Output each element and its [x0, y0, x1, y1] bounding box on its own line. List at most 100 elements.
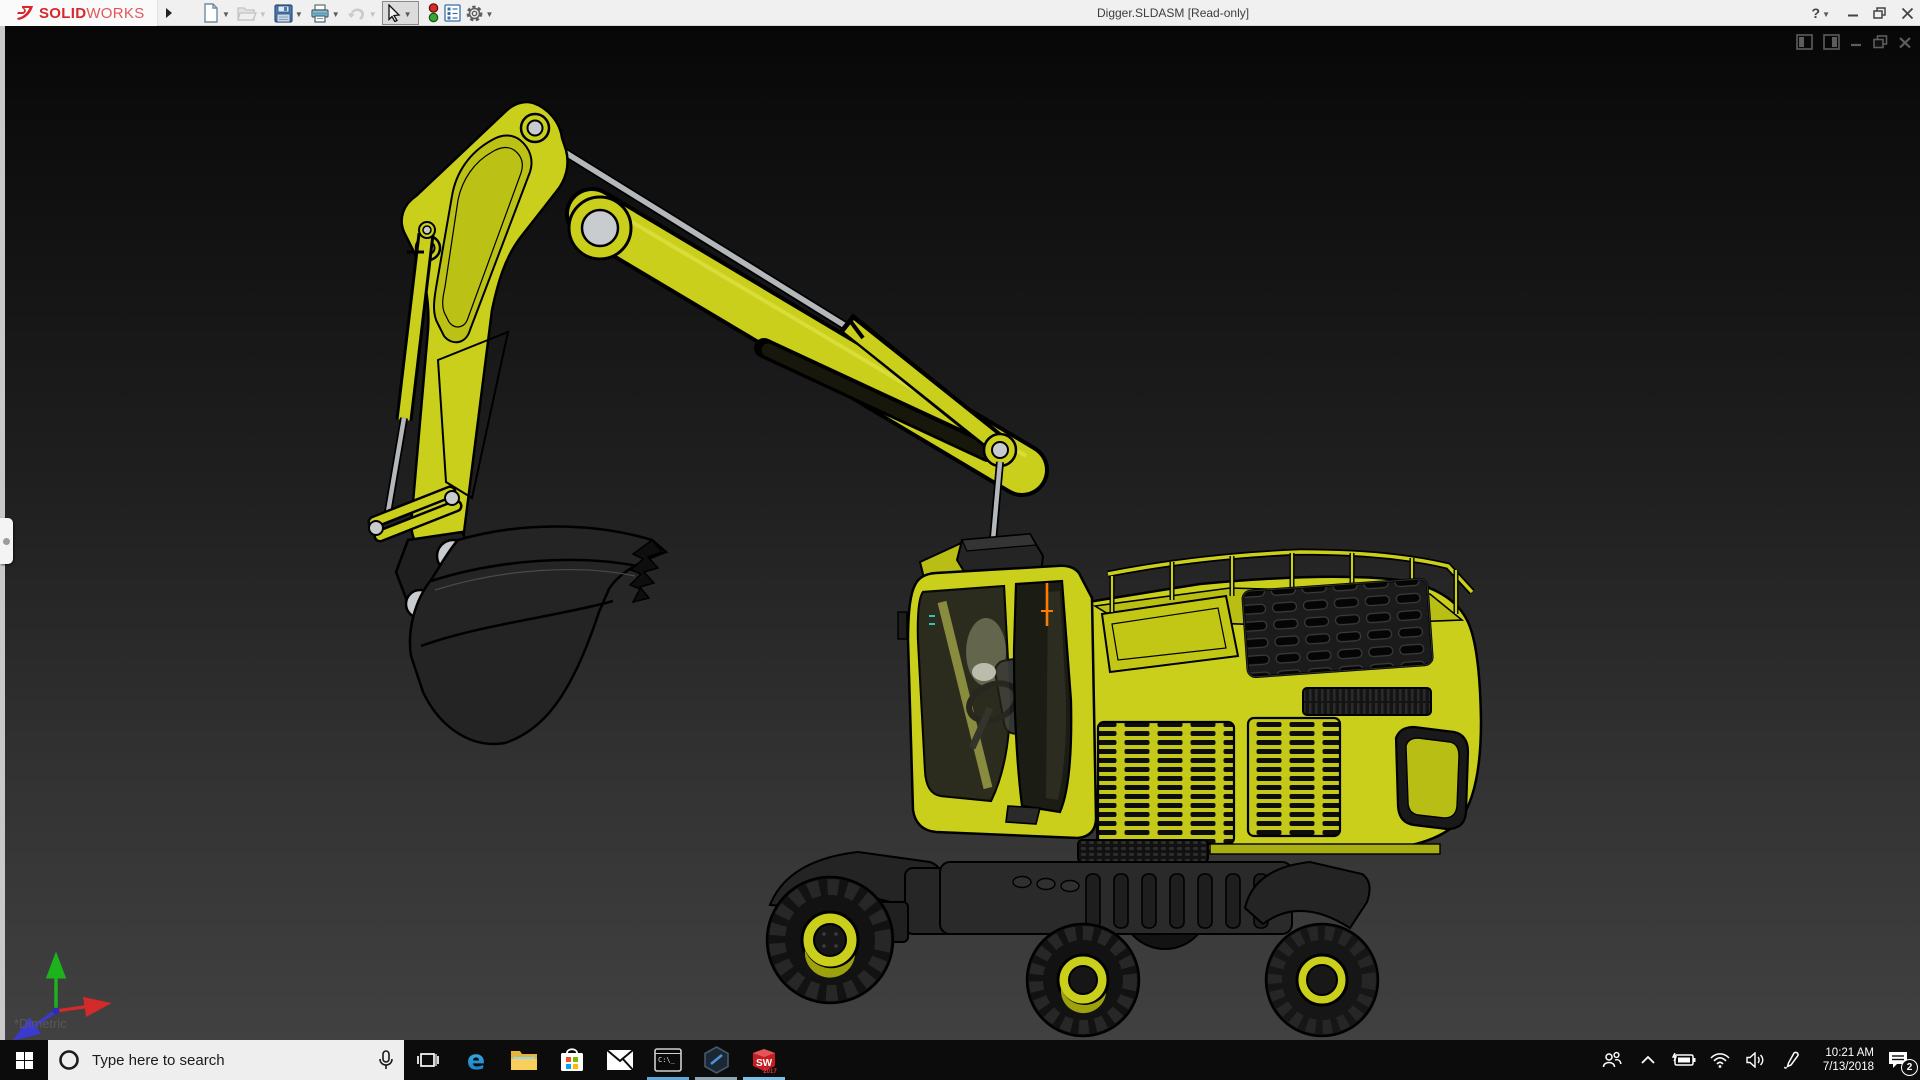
brand-bold: SOLID	[39, 4, 87, 22]
taskbar-app-file-explorer[interactable]	[500, 1040, 548, 1080]
svg-text:2017: 2017	[763, 1069, 777, 1074]
stick-pivot-pin	[580, 208, 620, 248]
taskbar-app-hexagon[interactable]	[692, 1040, 740, 1080]
options-button[interactable]: ▼	[463, 1, 499, 25]
clock-time: 10:21 AM	[1825, 1047, 1874, 1059]
microphone-icon[interactable]	[378, 1049, 394, 1071]
minimize-button[interactable]	[1847, 7, 1859, 19]
new-document-icon	[204, 3, 218, 23]
new-caret-icon[interactable]: ▼	[222, 10, 230, 19]
task-view-button[interactable]	[404, 1040, 452, 1080]
select-caret-icon[interactable]: ▼	[404, 10, 412, 19]
engine-body[interactable]	[1077, 548, 1483, 863]
system-tray: 10:21 AM 7/13/2018 2	[1594, 1040, 1920, 1080]
toolbar-flyout-arrow[interactable]	[160, 0, 178, 26]
front-left-wheel[interactable]	[765, 875, 895, 1005]
taskbar-app-solidworks[interactable]: SW 2017	[740, 1040, 788, 1080]
file-explorer-icon	[511, 1051, 537, 1070]
select-cursor-icon	[387, 4, 401, 22]
help-caret-icon[interactable]: ▼	[1822, 10, 1830, 19]
print-caret-icon[interactable]: ▼	[332, 10, 340, 19]
feature-panel-collapse-tab[interactable]	[0, 518, 13, 564]
open-button[interactable]: ▼	[235, 1, 272, 25]
collapse-tab-dot	[3, 537, 10, 545]
battery-charging-icon	[1672, 1053, 1696, 1066]
battery-button[interactable]	[1666, 1040, 1702, 1080]
taskbar-app-command-prompt[interactable]: C:\_	[644, 1040, 692, 1080]
chevron-up-icon	[1641, 1055, 1655, 1064]
taskbar-app-edge[interactable]: e	[452, 1040, 500, 1080]
network-button[interactable]	[1702, 1040, 1738, 1080]
engine-block	[1241, 577, 1434, 679]
file-properties-button[interactable]	[442, 1, 463, 25]
speaker-icon	[1746, 1052, 1764, 1068]
side-vent-left	[1096, 720, 1236, 846]
search-input[interactable]: Type here to search	[92, 1052, 366, 1069]
rear-left-wheel[interactable]	[1025, 922, 1141, 1038]
windows-ink-button[interactable]	[1774, 1040, 1810, 1080]
cortana-icon	[59, 1050, 79, 1070]
mail-icon	[606, 1049, 634, 1071]
brand-light: WORKS	[86, 4, 145, 22]
close-button[interactable]	[1901, 7, 1914, 20]
people-button[interactable]	[1594, 1040, 1630, 1080]
undo-icon	[347, 8, 364, 20]
mirror	[897, 611, 908, 640]
open-caret-icon: ▼	[258, 9, 267, 19]
solidworks-logo-text: SOLIDWORKS	[39, 5, 145, 22]
cylinder-pulley-pin	[991, 441, 1009, 459]
start-button[interactable]	[0, 1040, 48, 1080]
svg-text:C:\_: C:\_	[658, 1056, 676, 1064]
solidworks-app-icon: SW 2017	[753, 1049, 777, 1074]
save-caret-icon[interactable]: ▼	[295, 10, 303, 19]
undo-caret-icon: ▼	[368, 9, 377, 19]
task-view-icon	[417, 1053, 439, 1067]
notification-badge: 2	[1901, 1059, 1918, 1076]
print-button[interactable]: ▼	[308, 1, 345, 25]
action-center-button[interactable]: 2	[1876, 1040, 1920, 1080]
rebuild-traffic-light-icon	[428, 3, 438, 23]
cab-handle	[1005, 805, 1042, 825]
rebuild-button[interactable]	[425, 1, 442, 25]
solidworks-logo: SOLIDWORKS	[0, 0, 158, 26]
view-orientation-label: *Dimetric	[14, 1016, 67, 1031]
taskbar-app-mail[interactable]	[596, 1040, 644, 1080]
solidworks-logo-icon	[17, 6, 33, 20]
graphics-viewport[interactable]: *Dimetric	[0, 26, 1920, 1040]
clock-date: 7/13/2018	[1822, 1061, 1874, 1073]
volume-button[interactable]	[1738, 1040, 1774, 1080]
edge-icon: e	[467, 1046, 485, 1074]
command-prompt-icon: C:\_	[654, 1048, 682, 1072]
taskbar: Type here to search e C:\_ SW 2017 10:21…	[0, 1040, 1920, 1080]
document-title: Digger.SLDASM [Read-only]	[1097, 6, 1250, 20]
boom-top-pin	[526, 119, 544, 137]
new-document-button[interactable]: ▼	[200, 1, 235, 25]
engine-grille-strip	[1302, 687, 1432, 716]
file-properties-icon	[443, 4, 461, 22]
print-icon	[311, 3, 329, 23]
side-vent-right	[1246, 716, 1342, 838]
side-step	[1077, 839, 1209, 863]
taskbar-search[interactable]: Type here to search	[48, 1040, 404, 1080]
wifi-icon	[1710, 1053, 1730, 1068]
hidden-icons-button[interactable]	[1630, 1040, 1666, 1080]
titlebar: SOLIDWORKS ▼ ▼ ▼ ▼ ▼ ▼ ▼ Digger.SLDASM […	[0, 0, 1920, 26]
taskbar-clock[interactable]: 10:21 AM 7/13/2018	[1810, 1046, 1876, 1074]
pen-icon	[1784, 1051, 1799, 1069]
cab[interactable]	[897, 532, 1098, 840]
save-button[interactable]: ▼	[272, 1, 308, 25]
open-icon	[237, 7, 257, 21]
help-button[interactable]: ? ▼	[1812, 5, 1833, 21]
x-axis	[55, 996, 112, 1018]
quick-access-toolbar: ▼ ▼ ▼ ▼ ▼ ▼ ▼	[200, 0, 498, 26]
hexagon-app-icon	[703, 1046, 729, 1074]
bucket[interactable]	[408, 525, 669, 746]
excavator-model[interactable]	[0, 26, 1920, 1040]
restore-button[interactable]	[1873, 6, 1887, 20]
options-caret-icon[interactable]: ▼	[486, 10, 494, 19]
undo-button: ▼	[345, 1, 382, 25]
windows-logo-icon	[15, 1051, 33, 1069]
options-gear-icon	[466, 5, 482, 21]
taskbar-app-store[interactable]	[548, 1040, 596, 1080]
select-button[interactable]: ▼	[381, 1, 419, 25]
